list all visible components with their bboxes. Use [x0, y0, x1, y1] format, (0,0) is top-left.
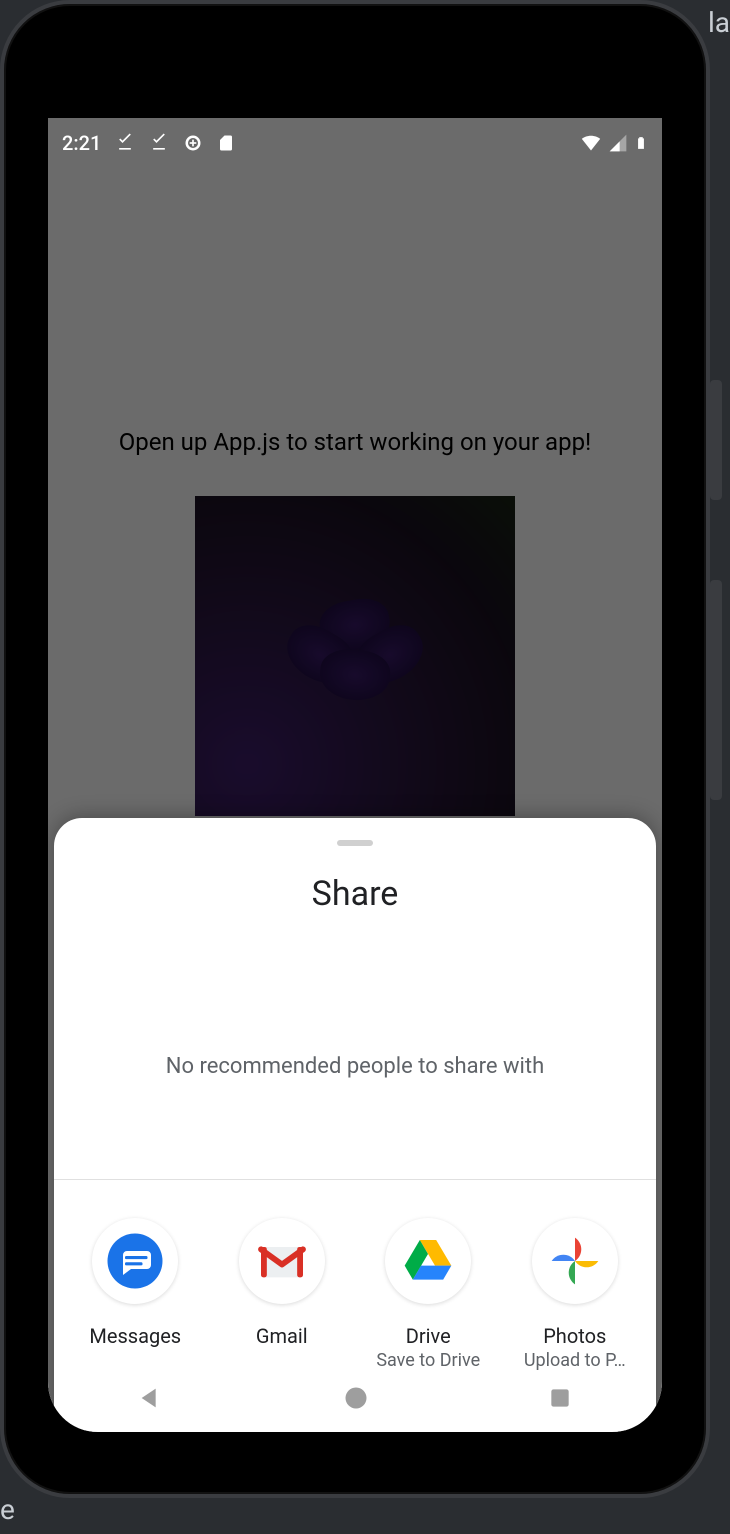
share-target-gmail[interactable]: Gmail	[209, 1218, 356, 1371]
sd-card-icon	[217, 133, 235, 153]
share-target-drive[interactable]: Drive Save to Drive	[355, 1218, 502, 1371]
data-saver-icon	[183, 133, 203, 153]
share-target-photos[interactable]: Photos Upload to P…	[502, 1218, 649, 1371]
share-targets-row: Messages Gmail Drive	[54, 1180, 656, 1371]
share-target-sub: Upload to P…	[524, 1350, 626, 1371]
share-target-label: Drive	[406, 1324, 451, 1348]
share-target-label: Gmail	[256, 1324, 308, 1348]
share-target-label: Messages	[89, 1324, 181, 1348]
messages-icon	[92, 1218, 178, 1304]
download-done-icon	[149, 133, 169, 153]
photos-icon	[532, 1218, 618, 1304]
share-target-label: Photos	[543, 1324, 606, 1348]
phone-power-button	[710, 380, 722, 500]
device-screen: Open up App.js to start working on your …	[48, 118, 662, 1432]
share-target-messages[interactable]: Messages	[62, 1218, 209, 1371]
editor-crop-left: e	[0, 1493, 15, 1526]
drag-handle[interactable]	[337, 840, 373, 846]
download-done-icon	[115, 133, 135, 153]
share-recommendation-text: No recommended people to share with	[54, 1054, 656, 1079]
battery-icon	[634, 132, 648, 154]
phone-volume-button	[710, 580, 722, 800]
drive-icon	[385, 1218, 471, 1304]
status-time: 2:21	[62, 131, 101, 155]
device-frame: Open up App.js to start working on your …	[0, 0, 710, 1498]
gmail-icon	[239, 1218, 325, 1304]
share-target-sub: Save to Drive	[376, 1350, 480, 1371]
cell-signal-icon	[608, 133, 628, 153]
status-bar: 2:21	[48, 118, 662, 168]
share-sheet-title: Share	[54, 874, 656, 914]
share-sheet[interactable]: Share No recommended people to share wit…	[54, 818, 656, 1432]
wifi-icon	[580, 133, 602, 153]
editor-crop-right: la	[708, 6, 730, 39]
